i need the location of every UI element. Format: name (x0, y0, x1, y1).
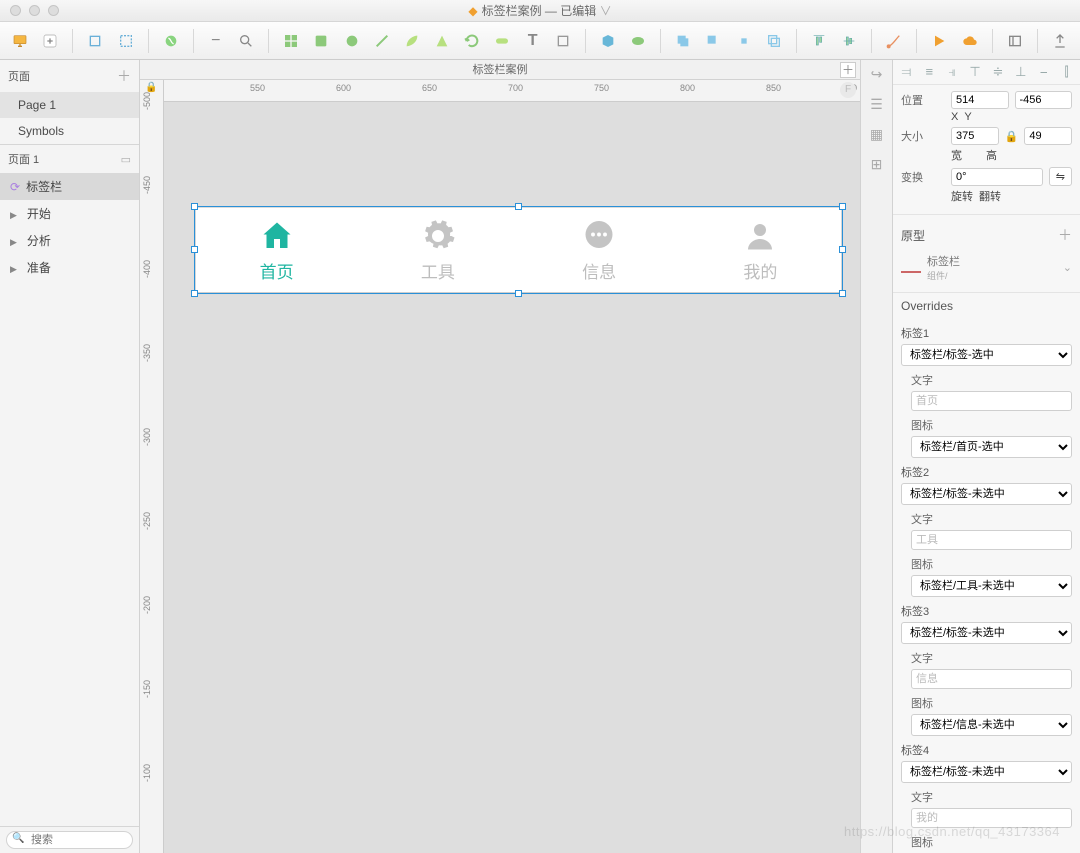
window-titlebar: ◆标签栏案例 — 已编辑 ∨ (0, 0, 1080, 22)
override-group: 标签2 (901, 464, 1072, 480)
override-text-input[interactable] (911, 808, 1072, 828)
line-shape-icon[interactable] (370, 28, 394, 54)
symbol-tool-icon[interactable] (159, 28, 183, 54)
slice-tool-icon[interactable] (114, 28, 138, 54)
ruler-vertical: 🔒 -500 -450 -400 -350 -300 -250 -200 -15… (140, 80, 164, 853)
override-icon-label: 图标 (901, 834, 1072, 850)
pos-y-input[interactable] (1015, 91, 1073, 109)
override-symbol-select[interactable]: 标签栏/标签-选中 (901, 344, 1072, 366)
leaf-shape-icon[interactable] (400, 28, 424, 54)
list-icon[interactable]: ☰ (867, 96, 887, 116)
insert-button[interactable] (38, 28, 62, 54)
rotate-shape-icon[interactable] (460, 28, 484, 54)
override-text-input[interactable] (911, 391, 1072, 411)
cube-icon[interactable] (596, 28, 620, 54)
present-button[interactable] (8, 28, 32, 54)
filter-icon[interactable]: F (840, 82, 856, 98)
flip-h-icon[interactable]: ⇋ (1049, 167, 1072, 186)
arrow-icon[interactable]: ↪ (867, 66, 887, 86)
window-title: ◆标签栏案例 — 已编辑 ∨ (0, 2, 1080, 19)
selection-frame (194, 206, 843, 294)
layer-item[interactable]: 分析 (0, 227, 139, 254)
size-h-input[interactable] (1024, 127, 1072, 145)
page-item[interactable]: Symbols (0, 118, 139, 144)
oval-shape-icon[interactable] (339, 28, 363, 54)
artboard-options-icon[interactable]: ▭ (121, 153, 131, 166)
pages-header: 页面＋ (0, 60, 139, 92)
artboard-tool-icon[interactable] (83, 28, 107, 54)
zoom-out-icon[interactable]: − (204, 28, 228, 54)
bool-union-icon[interactable] (671, 28, 695, 54)
left-sidebar: 页面＋ Page 1 Symbols 页面 1▭ ⟳标签栏 开始 分析 准备 (0, 60, 140, 853)
override-group: 标签1 (901, 325, 1072, 341)
canvas[interactable]: 首页 工具 信息 我的 (164, 102, 860, 853)
layer-item[interactable]: 开始 (0, 200, 139, 227)
align-controls[interactable]: ⫤≡⫣⊤≑⊥⎯⫿ (893, 60, 1080, 85)
bean-icon[interactable] (626, 28, 650, 54)
override-group: 标签3 (901, 603, 1072, 619)
pos-x-input[interactable] (951, 91, 1009, 109)
chevron-down-icon[interactable]: ⌄ (1063, 261, 1072, 274)
artboards-header: 页面 1▭ (0, 145, 139, 173)
layer-search-input[interactable] (6, 831, 133, 849)
override-text-input[interactable] (911, 530, 1072, 550)
override-icon-select[interactable]: 标签栏/首页-选中 (911, 436, 1072, 458)
override-symbol-select[interactable]: 标签栏/标签-未选中 (901, 622, 1072, 644)
pill-shape-icon[interactable] (490, 28, 514, 54)
main-toolbar: − T (0, 22, 1080, 60)
override-text-label: 文字 (901, 372, 1072, 388)
size-w-input[interactable] (951, 127, 999, 145)
bool-subtract-icon[interactable] (701, 28, 725, 54)
page-item[interactable]: Page 1 (0, 92, 139, 118)
rect-shape-icon[interactable] (309, 28, 333, 54)
override-symbol-select[interactable]: 标签栏/标签-未选中 (901, 761, 1072, 783)
table-icon[interactable]: ⊞ (867, 156, 887, 176)
override-icon-label: 图标 (901, 417, 1072, 433)
play-icon[interactable] (927, 28, 951, 54)
triangle-shape-icon[interactable] (430, 28, 454, 54)
override-icon-select[interactable]: 标签栏/信息-未选中 (911, 714, 1072, 736)
rotation-input[interactable] (951, 168, 1043, 186)
override-text-label: 文字 (901, 511, 1072, 527)
symbol-source-row[interactable]: 标签栏 组件/ ⌄ (901, 251, 1072, 286)
override-text-label: 文字 (901, 789, 1072, 805)
layer-item[interactable]: 准备 (0, 254, 139, 281)
cloud-icon[interactable] (958, 28, 982, 54)
align-top-icon[interactable] (807, 28, 831, 54)
frame-tool-icon[interactable] (551, 28, 575, 54)
text-tool-icon[interactable]: T (521, 28, 545, 54)
add-tab-icon[interactable]: ＋ (840, 62, 856, 78)
window-controls[interactable] (0, 5, 59, 16)
override-icon-label: 图标 (901, 556, 1072, 572)
panel-toggle-icon[interactable] (1003, 28, 1027, 54)
inspector-panel: ⫤≡⫣⊤≑⊥⎯⫿ 位置 XY 大小 🔒 宽高 变换 ⇋ 旋转翻转 原型＋ (892, 60, 1080, 853)
override-text-label: 文字 (901, 650, 1072, 666)
add-prototype-icon[interactable]: ＋ (1058, 225, 1072, 245)
override-text-input[interactable] (911, 669, 1072, 689)
canvas-zone: 标签栏案例 ＋ 🔒 -500 -450 -400 -350 -300 -250 … (140, 60, 860, 853)
override-icon-select[interactable]: 标签栏/工具-未选中 (911, 575, 1072, 597)
override-group: 标签4 (901, 742, 1072, 758)
vector-tool-icon[interactable] (882, 28, 906, 54)
bool-intersect-icon[interactable] (732, 28, 756, 54)
layer-item-symbol[interactable]: ⟳标签栏 (0, 173, 139, 200)
bool-diff-icon[interactable] (762, 28, 786, 54)
zoom-icon[interactable] (234, 28, 258, 54)
right-strip: ↪ ☰ ▦ ⊞ (860, 60, 892, 853)
share-icon[interactable] (1048, 28, 1072, 54)
override-icon-label: 图标 (901, 695, 1072, 711)
lock-aspect-icon[interactable]: 🔒 (1005, 130, 1019, 143)
document-tab[interactable]: 标签栏案例 ＋ (140, 60, 860, 80)
add-page-icon[interactable]: ＋ (117, 66, 131, 86)
grid-icon[interactable] (279, 28, 303, 54)
ruler-horizontal: 550 600 650 700 750 800 850 900 F (164, 80, 860, 102)
align-mid-icon[interactable] (837, 28, 861, 54)
override-symbol-select[interactable]: 标签栏/标签-未选中 (901, 483, 1072, 505)
grid2-icon[interactable]: ▦ (867, 126, 887, 146)
